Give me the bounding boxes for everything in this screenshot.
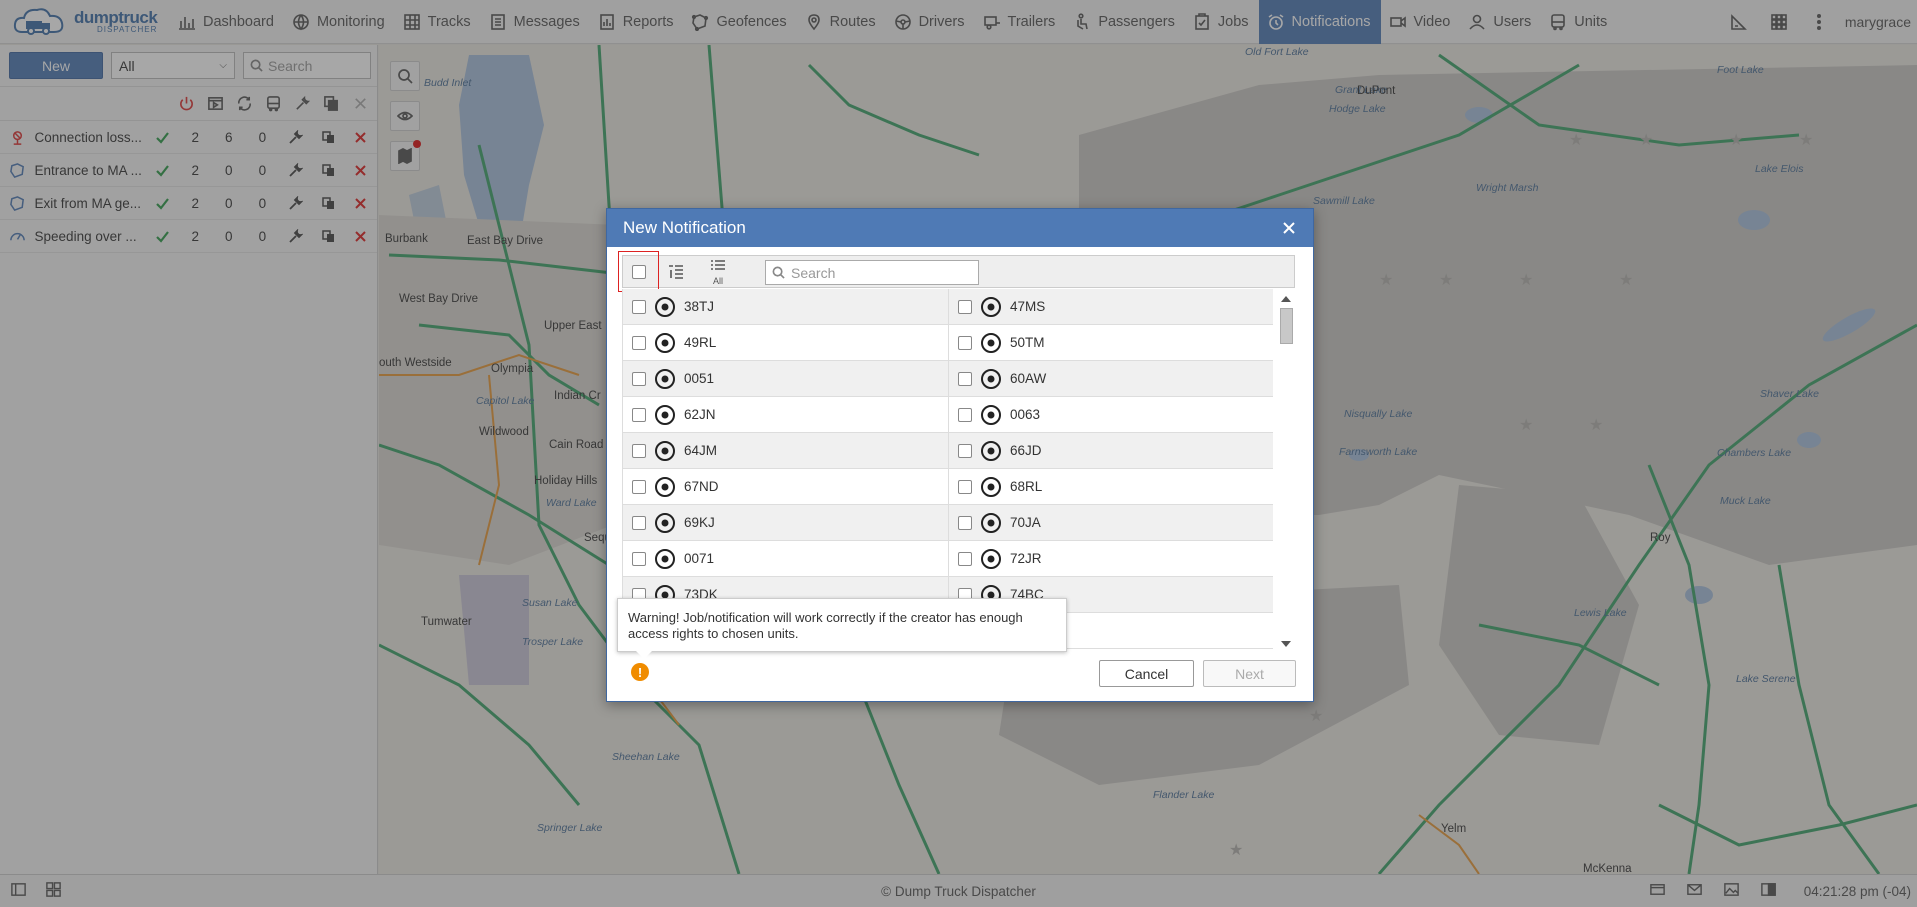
unit-target-icon: [655, 512, 675, 533]
unit-search-input[interactable]: Search: [765, 260, 979, 285]
unit-checkbox[interactable]: [958, 299, 972, 314]
unit-checkbox[interactable]: [958, 407, 972, 422]
unit-row: 38TJ 47MS: [623, 289, 1273, 325]
close-icon: [1283, 222, 1295, 234]
unit-name: 66JD: [1010, 443, 1042, 458]
unit-name: 0071: [684, 551, 715, 566]
unit-checkbox[interactable]: [632, 479, 646, 494]
unit-name: 49RL: [684, 335, 717, 350]
unit-item[interactable]: 62JN: [623, 397, 948, 432]
unit-item[interactable]: 0051: [623, 361, 948, 396]
unit-name: 62JN: [684, 407, 716, 422]
list-all-icon: [711, 260, 725, 270]
checklist-icon: [669, 265, 683, 279]
unit-name: 60AW: [1010, 371, 1047, 386]
dialog-title: New Notification: [623, 218, 746, 237]
unit-row: 67ND 68RL: [623, 469, 1273, 505]
show-all-button[interactable]: All: [709, 258, 727, 286]
unit-checkbox[interactable]: [632, 407, 646, 422]
unit-target-icon: [981, 548, 1001, 569]
unit-item[interactable]: 49RL: [623, 325, 948, 360]
select-all-checkbox[interactable]: [631, 264, 646, 279]
unit-item[interactable]: 50TM: [948, 325, 1273, 360]
scroll-down-arrow-icon[interactable]: [1281, 641, 1291, 647]
unit-checkbox[interactable]: [958, 551, 972, 566]
unit-row: 62JN 0063: [623, 397, 1273, 433]
unit-item[interactable]: 64JM: [623, 433, 948, 468]
unit-row: 0051 60AW: [623, 361, 1273, 397]
scroll-up-arrow-icon[interactable]: [1281, 296, 1291, 302]
unit-target-icon: [981, 332, 1001, 353]
dialog-header: New Notification: [607, 209, 1313, 247]
unit-name: 50TM: [1010, 335, 1045, 350]
unit-item[interactable]: 67ND: [623, 469, 948, 504]
unit-name: 72JR: [1010, 551, 1042, 566]
unit-checkbox[interactable]: [632, 515, 646, 530]
unit-name: 64JM: [684, 443, 718, 458]
unit-row: 69KJ 70JA: [623, 505, 1273, 541]
unit-checkbox[interactable]: [958, 371, 972, 386]
unit-target-icon: [981, 368, 1001, 389]
scroll-thumb[interactable]: [1279, 308, 1293, 344]
unit-name: 38TJ: [684, 299, 715, 314]
unit-item[interactable]: 0063: [948, 397, 1273, 432]
unit-target-icon: [655, 296, 675, 317]
unit-target-icon: [655, 548, 675, 569]
unit-name: 70JA: [1010, 515, 1041, 530]
unit-checkbox[interactable]: [632, 335, 646, 350]
unit-name: 0051: [684, 371, 715, 386]
show-all-label: All: [712, 276, 723, 286]
unit-item[interactable]: 72JR: [948, 541, 1273, 576]
unit-item[interactable]: 69KJ: [623, 505, 948, 540]
unit-checkbox[interactable]: [632, 551, 646, 566]
unit-name: 68RL: [1010, 479, 1043, 494]
dialog-close-button[interactable]: [1281, 220, 1297, 236]
unit-name: 67ND: [684, 479, 719, 494]
unit-target-icon: [981, 404, 1001, 425]
unit-name: 47MS: [1010, 299, 1046, 314]
unit-target-icon: [655, 368, 675, 389]
unit-list: 38TJ 47MS 49RL 50TM 0051 60AW 62JN 0063 64JM 66JD…: [622, 289, 1273, 649]
unit-name: 0063: [1010, 407, 1041, 422]
next-button[interactable]: Next: [1203, 660, 1296, 687]
unit-target-icon: [655, 332, 675, 353]
unit-target-icon: [981, 296, 1001, 317]
search-icon: [772, 266, 785, 279]
unit-checkbox[interactable]: [632, 371, 646, 386]
unit-selection-toolbar: All Search: [618, 251, 1295, 292]
unit-row: 0071 72JR: [623, 541, 1273, 577]
unit-checkbox[interactable]: [632, 443, 646, 458]
unit-target-icon: [655, 404, 675, 425]
unit-checkbox[interactable]: [958, 515, 972, 530]
unit-target-icon: [981, 476, 1001, 497]
unit-target-icon: [981, 440, 1001, 461]
unit-target-icon: [655, 476, 675, 497]
unit-item[interactable]: 0071: [623, 541, 948, 576]
unit-item[interactable]: 47MS: [948, 289, 1273, 324]
select-all-highlight: [618, 251, 659, 292]
warning-tooltip: Warning! Job/notification will work corr…: [617, 598, 1067, 659]
unit-search-placeholder: Search: [791, 264, 836, 281]
unit-item[interactable]: 70JA: [948, 505, 1273, 540]
cancel-button[interactable]: Cancel: [1099, 660, 1194, 687]
unit-item[interactable]: 38TJ: [623, 289, 948, 324]
unit-checkbox[interactable]: [632, 299, 646, 314]
unit-checkbox[interactable]: [958, 335, 972, 350]
unit-row: 64JM 66JD: [623, 433, 1273, 469]
unit-row: 49RL 50TM: [623, 325, 1273, 361]
unit-item[interactable]: 68RL: [948, 469, 1273, 504]
unit-name: 69KJ: [684, 515, 715, 530]
dialog-footer: ! Cancel Next: [607, 654, 1313, 701]
unit-item[interactable]: 66JD: [948, 433, 1273, 468]
show-selected-button[interactable]: [667, 263, 685, 284]
unit-target-icon: [655, 440, 675, 461]
unit-checkbox[interactable]: [958, 479, 972, 494]
unit-item[interactable]: 60AW: [948, 361, 1273, 396]
unit-checkbox[interactable]: [958, 443, 972, 458]
unit-target-icon: [981, 512, 1001, 533]
unit-list-scrollbar[interactable]: [1277, 293, 1295, 649]
warning-icon[interactable]: !: [631, 663, 649, 681]
